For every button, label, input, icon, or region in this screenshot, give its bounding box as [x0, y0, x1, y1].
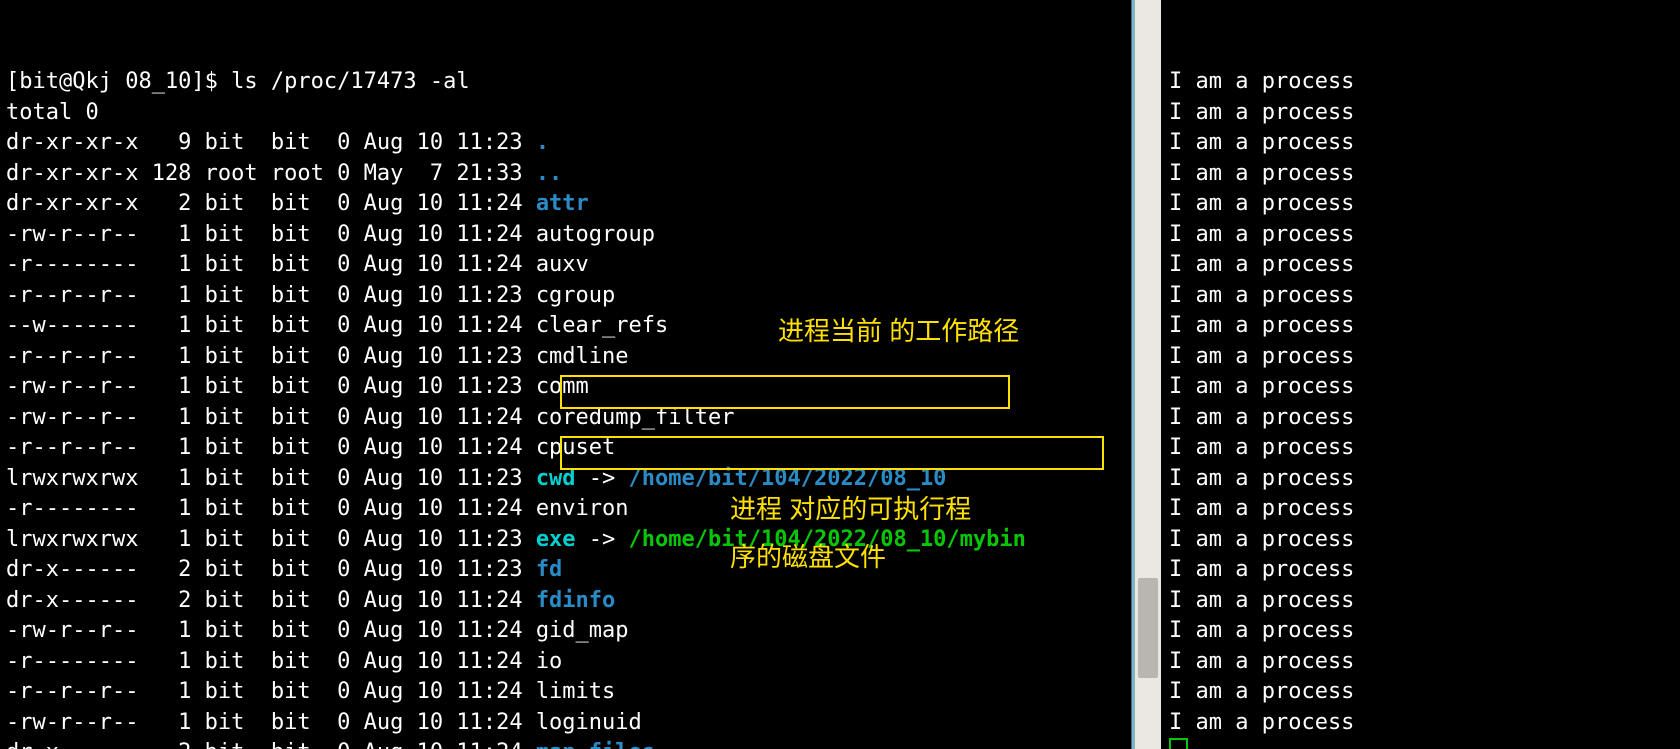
ls-name: comm [536, 374, 589, 399]
output-line: I am a process [1169, 433, 1680, 464]
ls-row: -rw-r--r-- 1 bit bit 0 Aug 10 11:24 auto… [6, 220, 1131, 251]
ls-name: cgroup [536, 283, 615, 308]
output-line: I am a process [1169, 220, 1680, 251]
ls-row: -r--r--r-- 1 bit bit 0 Aug 10 11:24 limi… [6, 677, 1131, 708]
cursor-icon [1169, 738, 1188, 749]
ls-name: fd [536, 557, 563, 582]
ls-name: cpuset [536, 435, 615, 460]
ls-name: exe [536, 527, 576, 552]
ls-row: -r--r--r-- 1 bit bit 0 Aug 10 11:23 cgro… [6, 281, 1131, 312]
ls-meta: -r--r--r-- 1 bit bit 0 Aug 10 11:23 [6, 283, 536, 308]
ls-name: cmdline [536, 344, 629, 369]
ls-name: fdinfo [536, 588, 615, 613]
symlink-target: /home/bit/104/2022/08_10 [629, 466, 947, 491]
output-line: I am a process [1169, 311, 1680, 342]
ls-meta: -rw-r--r-- 1 bit bit 0 Aug 10 11:24 [6, 222, 536, 247]
output-line: I am a process [1169, 159, 1680, 190]
ls-meta: lrwxrwxrwx 1 bit bit 0 Aug 10 11:23 [6, 466, 536, 491]
output-line: I am a process [1169, 647, 1680, 678]
ls-row: dr-xr-xr-x 128 root root 0 May 7 21:33 .… [6, 159, 1131, 190]
output-line: I am a process [1169, 372, 1680, 403]
ls-meta: dr-xr-xr-x 128 root root 0 May 7 21:33 [6, 161, 536, 186]
ls-meta: -r--r--r-- 1 bit bit 0 Aug 10 11:24 [6, 679, 536, 704]
annotation-exe-line2: 序的磁盘文件 [730, 542, 886, 573]
ls-meta: dr-xr-xr-x 9 bit bit 0 Aug 10 11:23 [6, 130, 536, 155]
ls-name: clear_refs [536, 313, 668, 338]
arrow-icon: -> [576, 527, 629, 552]
ls-name: . [536, 130, 549, 155]
output-line: I am a process [1169, 464, 1680, 495]
ls-row: lrwxrwxrwx 1 bit bit 0 Aug 10 11:23 exe … [6, 525, 1131, 556]
output-line: I am a process [1169, 189, 1680, 220]
ls-name: cwd [536, 466, 576, 491]
output-line: I am a process [1169, 250, 1680, 281]
ls-name: limits [536, 679, 615, 704]
shell-prompt: [bit@Qkj 08_10]$ [6, 69, 231, 94]
output-line: I am a process [1169, 98, 1680, 129]
ls-meta: lrwxrwxrwx 1 bit bit 0 Aug 10 11:23 [6, 527, 536, 552]
ls-name: loginuid [536, 710, 642, 735]
terminal-left[interactable]: [bit@Qkj 08_10]$ ls /proc/17473 -al total… [0, 0, 1131, 749]
ls-name: autogroup [536, 222, 655, 247]
terminal-right[interactable]: I am a processI am a processI am a proce… [1161, 0, 1680, 749]
annotation-cwd: 进程当前 的工作路径 [778, 316, 1019, 347]
output-line: I am a process [1169, 67, 1680, 98]
arrow-icon: -> [576, 466, 629, 491]
ls-row: dr-x------ 2 bit bit 0 Aug 10 11:24 map_… [6, 738, 1131, 749]
ls-meta: dr-x------ 2 bit bit 0 Aug 10 11:24 [6, 740, 536, 749]
ls-meta: -r-------- 1 bit bit 0 Aug 10 11:24 [6, 496, 536, 521]
output-line: I am a process [1169, 525, 1680, 556]
ls-total: total 0 [6, 98, 1131, 129]
scrollbar-thumb[interactable] [1138, 578, 1158, 678]
output-line: I am a process [1169, 677, 1680, 708]
ls-meta: dr-xr-xr-x 2 bit bit 0 Aug 10 11:24 [6, 191, 536, 216]
output-line: I am a process [1169, 708, 1680, 739]
ls-meta: -rw-r--r-- 1 bit bit 0 Aug 10 11:24 [6, 618, 536, 643]
ls-row: dr-x------ 2 bit bit 0 Aug 10 11:23 fd [6, 555, 1131, 586]
ls-row: -r--r--r-- 1 bit bit 0 Aug 10 11:24 cpus… [6, 433, 1131, 464]
ls-meta: -r--r--r-- 1 bit bit 0 Aug 10 11:23 [6, 344, 536, 369]
ls-name: coredump_filter [536, 405, 735, 430]
ls-meta: -r-------- 1 bit bit 0 Aug 10 11:24 [6, 649, 536, 674]
ls-meta: -rw-r--r-- 1 bit bit 0 Aug 10 11:24 [6, 710, 536, 735]
ls-row: -rw-r--r-- 1 bit bit 0 Aug 10 11:24 core… [6, 403, 1131, 434]
ls-row: -rw-r--r-- 1 bit bit 0 Aug 10 11:24 gid_… [6, 616, 1131, 647]
ls-name: .. [536, 161, 563, 186]
ls-row: -rw-r--r-- 1 bit bit 0 Aug 10 11:24 logi… [6, 708, 1131, 739]
output-line: I am a process [1169, 342, 1680, 373]
ls-row: -r-------- 1 bit bit 0 Aug 10 11:24 io [6, 647, 1131, 678]
ls-meta: -rw-r--r-- 1 bit bit 0 Aug 10 11:23 [6, 374, 536, 399]
ls-name: gid_map [536, 618, 629, 643]
ls-name: io [536, 649, 563, 674]
output-line: I am a process [1169, 586, 1680, 617]
output-line: I am a process [1169, 555, 1680, 586]
ls-meta: -r-------- 1 bit bit 0 Aug 10 11:24 [6, 252, 536, 277]
ls-meta: dr-x------ 2 bit bit 0 Aug 10 11:23 [6, 557, 536, 582]
ls-row: lrwxrwxrwx 1 bit bit 0 Aug 10 11:23 cwd … [6, 464, 1131, 495]
output-line: I am a process [1169, 616, 1680, 647]
output-line: I am a process [1169, 281, 1680, 312]
output-line: I am a process [1169, 403, 1680, 434]
ls-meta: dr-x------ 2 bit bit 0 Aug 10 11:24 [6, 588, 536, 613]
ls-name: attr [536, 191, 589, 216]
output-line: I am a process [1169, 128, 1680, 159]
ls-row: dr-x------ 2 bit bit 0 Aug 10 11:24 fdin… [6, 586, 1131, 617]
ls-name: environ [536, 496, 629, 521]
ls-row: dr-xr-xr-x 2 bit bit 0 Aug 10 11:24 attr [6, 189, 1131, 220]
ls-meta: --w------- 1 bit bit 0 Aug 10 11:24 [6, 313, 536, 338]
ls-meta: -r--r--r-- 1 bit bit 0 Aug 10 11:24 [6, 435, 536, 460]
ls-row: -r-------- 1 bit bit 0 Aug 10 11:24 auxv [6, 250, 1131, 281]
scrollbar[interactable] [1135, 0, 1161, 749]
ls-name: auxv [536, 252, 589, 277]
output-line: I am a process [1169, 494, 1680, 525]
ls-name: map_files [536, 740, 655, 749]
ls-row: -rw-r--r-- 1 bit bit 0 Aug 10 11:23 comm [6, 372, 1131, 403]
ls-meta: -rw-r--r-- 1 bit bit 0 Aug 10 11:24 [6, 405, 536, 430]
annotation-exe-line1: 进程 对应的可执行程 [730, 494, 971, 525]
shell-command: ls /proc/17473 -al [231, 69, 469, 94]
screen: [bit@Qkj 08_10]$ ls /proc/17473 -al total… [0, 0, 1680, 749]
ls-row: dr-xr-xr-x 9 bit bit 0 Aug 10 11:23 . [6, 128, 1131, 159]
